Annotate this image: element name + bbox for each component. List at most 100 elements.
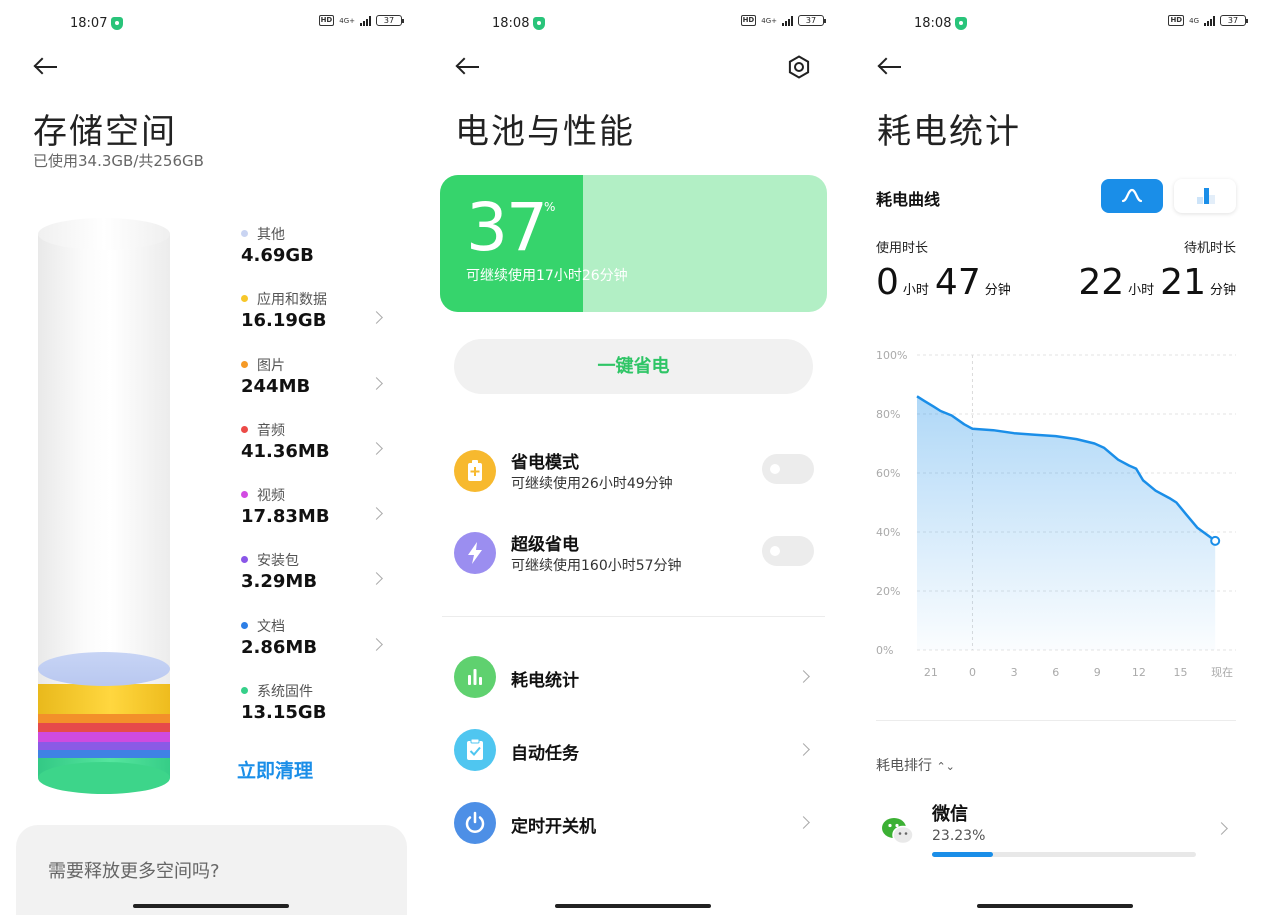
ranking-label: 耗电排行 [876, 758, 932, 774]
hour-unit: 小时 [902, 283, 929, 298]
storage-category-item[interactable]: 应用和数据 16.19GB [241, 289, 391, 354]
power-ranking-sort[interactable]: 耗电排行 ⌃⌄ [876, 755, 955, 775]
chevron-right-icon [370, 311, 383, 325]
percent-sign: % [544, 200, 556, 214]
menu-item-power-stats[interactable]: 耗电统计 [454, 652, 814, 702]
x-tick-label: 9 [1094, 666, 1101, 679]
power-icon [454, 802, 496, 844]
ultra-saving-toggle[interactable] [762, 536, 814, 566]
chevron-right-icon [370, 572, 383, 586]
network-type: 4G [1189, 16, 1199, 25]
bar-view-button[interactable] [1174, 179, 1236, 213]
x-tick-label: 3 [1011, 666, 1018, 679]
chevron-right-icon [370, 507, 383, 521]
current-point [1210, 535, 1221, 546]
signal-icon [782, 15, 793, 26]
hour-unit: 小时 [1128, 283, 1155, 298]
chevron-right-icon [797, 816, 810, 829]
x-tick-label: 0 [969, 666, 976, 679]
signal-icon [1204, 15, 1215, 26]
hd-icon: HD [1168, 15, 1185, 26]
menu-item-scheduled-power[interactable]: 定时开关机 [454, 798, 814, 848]
app-usage-row[interactable]: 微信 23.23% [876, 800, 1236, 860]
chevron-right-icon [370, 442, 383, 455]
category-color-dot [241, 556, 248, 564]
battery-percent: 37 [466, 189, 548, 266]
page-title: 耗电统计 [877, 112, 1021, 152]
back-arrow-icon[interactable] [877, 54, 903, 80]
x-tick-label: 15 [1174, 666, 1188, 679]
network-type: 4G+ [761, 16, 777, 25]
mode-subtitle: 可继续使用160小时57分钟 [511, 558, 682, 574]
back-arrow-icon[interactable] [455, 54, 481, 80]
cylinder-band-apps [38, 684, 170, 714]
battery-curve-svg: 100% 80% 60% 40% 20% 0% 21 0 3 6 9 12 15 现在 [876, 349, 1236, 679]
clean-now-button[interactable]: 立即清理 [237, 756, 313, 783]
cylinder-band-images [38, 714, 170, 723]
section-divider [876, 720, 1236, 721]
page-title: 电池与性能 [455, 112, 635, 152]
home-indicator[interactable] [133, 904, 289, 908]
mode-subtitle: 可继续使用26小时49分钟 [511, 476, 673, 492]
storage-category-item[interactable]: 安装包 3.29MB [241, 550, 391, 615]
usage-time-value: 0 小时 47 分钟 [876, 262, 1017, 303]
status-time: 18:07 [70, 16, 108, 31]
power-saving-mode-row[interactable]: 省电模式 可继续使用26小时49分钟 [454, 446, 814, 496]
x-tick-label: 21 [924, 666, 938, 679]
storage-category-item[interactable]: 音频 41.36MB [241, 420, 391, 485]
category-size: 17.83MB [241, 506, 330, 528]
usage-time-label: 使用时长 [876, 241, 929, 256]
back-arrow-icon[interactable] [33, 54, 59, 80]
cylinder-band-other [38, 652, 170, 686]
battery-curve-chart[interactable]: 100% 80% 60% 40% 20% 0% 21 0 3 6 9 12 15 现在 [844, 340, 1266, 690]
y-tick-label: 100% [876, 349, 907, 362]
minute-unit: 分钟 [984, 283, 1011, 298]
category-color-dot [241, 687, 248, 695]
battery-icon: 37 [376, 15, 404, 26]
app-percent: 23.23% [932, 828, 986, 844]
category-color-dot [241, 230, 248, 237]
x-tick-label: 12 [1132, 666, 1146, 679]
app-usage-track [932, 852, 1196, 857]
standby-time-label: 待机时长 [1183, 241, 1236, 256]
category-label: 图片 [257, 357, 285, 374]
category-label: 其他 [257, 227, 285, 243]
battery-icon: 37 [1220, 15, 1248, 26]
storage-screen: 18:07 HD 4G+ 37 存储空间 已使用34.3GB/共256GB 其他… [0, 0, 422, 915]
wechat-icon [882, 818, 914, 845]
menu-item-label: 自动任务 [511, 744, 579, 764]
battery-level-card[interactable]: 37 % 可继续使用17小时26分钟 [440, 175, 827, 312]
category-size: 244MB [241, 375, 311, 397]
ultra-saving-mode-row[interactable]: 超级省电 可继续使用160小时57分钟 [454, 528, 814, 578]
power-stats-screen: 18:08 HD 4G 37 耗电统计 耗电曲线 使用时长 待机时长 0 小时 47… [844, 0, 1266, 915]
battery-plus-icon [454, 450, 496, 492]
y-tick-label: 60% [876, 467, 900, 480]
menu-item-auto-tasks[interactable]: 自动任务 [454, 725, 814, 775]
one-key-save-button[interactable]: 一键省电 [454, 339, 813, 394]
storage-cylinder-graphic [38, 218, 170, 794]
free-space-card[interactable]: 需要释放更多空间吗? [16, 825, 407, 915]
storage-usage-summary: 已使用34.3GB/共256GB [33, 152, 204, 170]
category-label: 安装包 [257, 553, 299, 570]
home-indicator[interactable] [555, 904, 711, 908]
home-indicator[interactable] [977, 904, 1133, 908]
curve-view-button[interactable] [1101, 179, 1163, 213]
category-color-dot [241, 360, 248, 368]
settings-gear-icon[interactable] [787, 55, 811, 79]
standby-minutes: 21 [1160, 262, 1206, 303]
storage-category-item[interactable]: 文档 2.86MB [241, 616, 391, 681]
power-saving-toggle[interactable] [762, 454, 814, 484]
storage-category-item[interactable]: 视频 17.83MB [241, 485, 391, 550]
battery-screen: 18:08 HD 4G+ 37 电池与性能 37 % 可继续使用17小时26分钟… [422, 0, 844, 915]
category-size: 41.36MB [241, 440, 330, 462]
page-title: 存储空间 [33, 112, 177, 152]
y-tick-label: 0% [876, 644, 893, 657]
status-bar: 18:07 HD 4G+ 37 [0, 14, 422, 34]
category-label: 音频 [257, 422, 285, 439]
menu-item-label: 定时开关机 [511, 817, 596, 837]
category-label: 系统固件 [257, 684, 313, 701]
usage-minutes: 47 [934, 262, 981, 303]
curve-icon [1121, 188, 1143, 203]
standby-hours: 22 [1078, 262, 1125, 303]
storage-category-item[interactable]: 图片 244MB [241, 355, 391, 420]
